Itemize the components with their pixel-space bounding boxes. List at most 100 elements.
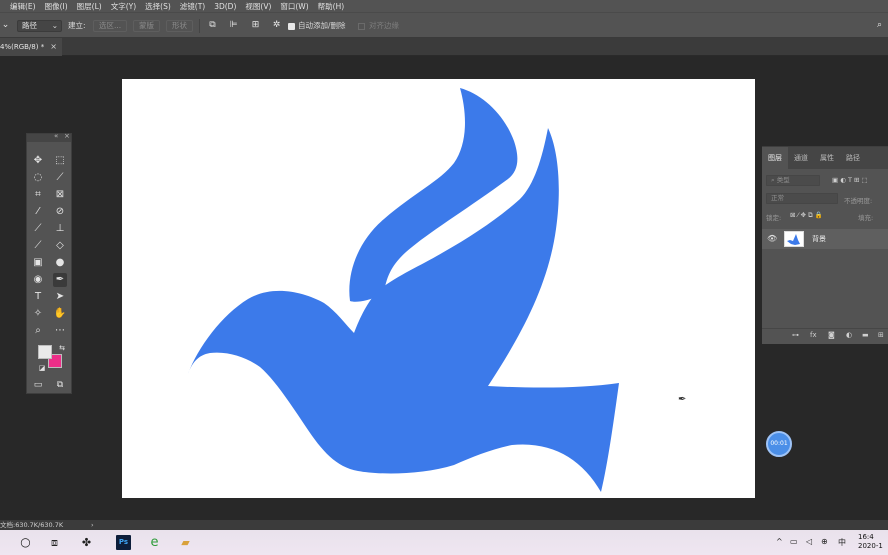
auto-add-delete-label: 自动添加/删除 xyxy=(298,21,346,30)
history-brush-tool-icon[interactable]: ⟋ xyxy=(31,239,45,253)
blur-tool-icon[interactable]: ● xyxy=(53,256,67,270)
path-operations-icon[interactable]: ⧉ xyxy=(207,20,218,31)
recording-timer[interactable]: 00:01 xyxy=(766,431,792,457)
input-method-icon[interactable]: 中 xyxy=(838,537,846,548)
layer-kind-filter[interactable]: ⌕ 类型 xyxy=(766,175,820,186)
battery-icon[interactable]: ▭ xyxy=(790,537,798,546)
move-tool-icon[interactable]: ✥ xyxy=(31,154,45,168)
zoom-tool-icon[interactable]: ⌕ xyxy=(31,324,45,338)
document-tab-title: 4%(RGB/8) * xyxy=(0,43,45,51)
layer-thumbnail xyxy=(784,231,804,247)
selection-button[interactable]: 选区... xyxy=(93,20,128,32)
dodge-tool-icon[interactable]: ◉ xyxy=(31,273,45,287)
type-tool-icon[interactable]: T xyxy=(31,290,45,304)
menu-bar: 编辑(E) 图像(I) 图层(L) 文字(Y) 选择(S) 滤镜(T) 3D(D… xyxy=(0,0,888,12)
healing-brush-tool-icon[interactable]: ⊘ xyxy=(53,205,67,219)
eye-icon[interactable]: 👁 xyxy=(767,229,777,249)
align-edges-checkbox[interactable] xyxy=(358,23,365,30)
menu-3d[interactable]: 3D(D) xyxy=(214,2,236,11)
lock-icons[interactable]: ⊠ ⁄ ✥ ⧉ 🔒 xyxy=(790,211,823,220)
frame-tool-icon[interactable]: ⊠ xyxy=(53,188,67,202)
default-colors-icon[interactable]: ◪ xyxy=(35,361,49,375)
lasso-tool-icon[interactable]: ◌ xyxy=(31,171,45,185)
menu-image[interactable]: 图像(I) xyxy=(45,1,68,12)
link-layers-icon[interactable]: ⊶ xyxy=(792,331,799,339)
add-mask-icon[interactable]: ◙ xyxy=(828,331,835,339)
windows-taskbar: ○ ⧈ ✤ Ps e ▰ ^ ▭ ◁ ⊕ 中 16:4 2020-1 xyxy=(0,530,888,555)
tab-paths[interactable]: 路径 xyxy=(840,147,866,169)
quick-mask-icon[interactable]: ▭ xyxy=(31,378,45,392)
globe-icon[interactable]: ⊕ xyxy=(821,537,828,546)
document-tab-bar: 4%(RGB/8) * × xyxy=(0,38,888,56)
chevron-up-icon[interactable]: ^ xyxy=(776,537,783,546)
menu-help[interactable]: 帮助(H) xyxy=(318,1,345,12)
brush-tool-icon[interactable]: ⟋ xyxy=(31,222,45,236)
auto-add-delete-checkbox[interactable] xyxy=(288,23,295,30)
bird-artwork xyxy=(188,88,619,492)
collapse-icon[interactable]: « xyxy=(54,132,58,140)
fx-icon[interactable]: fx xyxy=(810,331,817,339)
menu-filter[interactable]: 滤镜(T) xyxy=(180,1,205,12)
more-tools-icon[interactable]: ⋯ xyxy=(53,324,67,338)
shape-tool-icon[interactable]: ✧ xyxy=(31,307,45,321)
marquee-tool-icon[interactable]: ⬚ xyxy=(53,154,67,168)
mode-select[interactable]: 路径 ⌄ xyxy=(17,20,62,32)
close-icon[interactable]: × xyxy=(64,132,70,140)
menu-edit[interactable]: 编辑(E) xyxy=(10,1,36,12)
layer-kind-placeholder: 类型 xyxy=(776,176,790,184)
new-layer-icon[interactable]: ⊞ xyxy=(878,331,884,339)
tab-layers[interactable]: 图层 xyxy=(762,147,788,169)
swap-colors-icon[interactable]: ⇆ xyxy=(55,341,69,355)
clone-stamp-tool-icon[interactable]: ⊥ xyxy=(53,222,67,236)
align-edges-label: 对齐边缘 xyxy=(369,21,399,30)
close-icon[interactable]: × xyxy=(50,38,57,56)
menu-layer[interactable]: 图层(L) xyxy=(77,1,102,12)
layer-name: 背景 xyxy=(812,235,826,243)
menu-view[interactable]: 视图(V) xyxy=(245,1,271,12)
path-arrangement-icon[interactable]: ⊞ xyxy=(250,20,261,31)
clock-date: 2020-1 xyxy=(858,542,883,550)
status-bar: 文档:630.7K/630.7K › xyxy=(0,520,888,530)
gear-icon[interactable]: ✲ xyxy=(271,20,282,31)
search-icon[interactable]: ○ xyxy=(18,535,33,550)
chevron-down-icon[interactable]: ⌄ xyxy=(0,20,11,31)
layer-row-background[interactable]: 👁 背景 xyxy=(762,229,888,249)
layers-panel-tabs: 图层 通道 属性 路径 xyxy=(762,147,888,169)
pen-cursor-icon: ✒ xyxy=(678,394,687,405)
ie-icon[interactable]: e xyxy=(147,535,162,550)
status-menu-arrow[interactable]: › xyxy=(91,520,94,530)
menu-select[interactable]: 选择(S) xyxy=(145,1,171,12)
photoshop-icon[interactable]: Ps xyxy=(116,535,131,550)
pinwheel-icon[interactable]: ✤ xyxy=(79,535,94,550)
hand-tool-icon[interactable]: ✋ xyxy=(53,307,67,321)
eyedropper-tool-icon[interactable]: ⁄ xyxy=(31,205,45,219)
new-group-icon[interactable]: ▬ xyxy=(862,331,869,339)
mask-button[interactable]: 蒙版 xyxy=(133,20,160,32)
folder-icon[interactable]: ▰ xyxy=(178,535,193,550)
volume-icon[interactable]: ◁ xyxy=(806,537,812,546)
foreground-color-swatch[interactable] xyxy=(38,345,52,359)
task-view-icon[interactable]: ⧈ xyxy=(47,535,62,550)
filter-icons[interactable]: ▣ ◐ T ⊞ ⬚ xyxy=(832,176,868,184)
path-alignment-icon[interactable]: ⊫ xyxy=(228,20,239,31)
menu-window[interactable]: 窗口(W) xyxy=(280,1,308,12)
document-canvas[interactable]: ✒ xyxy=(122,79,755,498)
shape-button[interactable]: 形状 xyxy=(166,20,193,32)
document-tab[interactable]: 4%(RGB/8) * × xyxy=(0,38,62,56)
menu-type[interactable]: 文字(Y) xyxy=(111,1,136,12)
quick-select-tool-icon[interactable]: ⟋ xyxy=(53,171,67,185)
screen-mode-icon[interactable]: ⧉ xyxy=(53,378,67,392)
layers-panel: 图层 通道 属性 路径 ⌕ 类型 ▣ ◐ T ⊞ ⬚ 正常 不透明度: 锁定: … xyxy=(762,146,888,344)
crop-tool-icon[interactable]: ⌗ xyxy=(31,188,45,202)
tab-properties[interactable]: 属性 xyxy=(814,147,840,169)
adjustment-layer-icon[interactable]: ◐ xyxy=(846,331,852,339)
clock-time: 16:4 xyxy=(858,533,874,541)
blend-mode-select[interactable]: 正常 xyxy=(766,193,838,204)
pen-tool-icon[interactable]: ✒ xyxy=(53,273,67,287)
clock[interactable]: 16:4 2020-1 xyxy=(858,533,888,551)
path-selection-tool-icon[interactable]: ➤ xyxy=(53,290,67,304)
eraser-tool-icon[interactable]: ◇ xyxy=(53,239,67,253)
search-icon[interactable]: ⌕ xyxy=(874,20,885,31)
gradient-tool-icon[interactable]: ▣ xyxy=(31,256,45,270)
tab-channels[interactable]: 通道 xyxy=(788,147,814,169)
